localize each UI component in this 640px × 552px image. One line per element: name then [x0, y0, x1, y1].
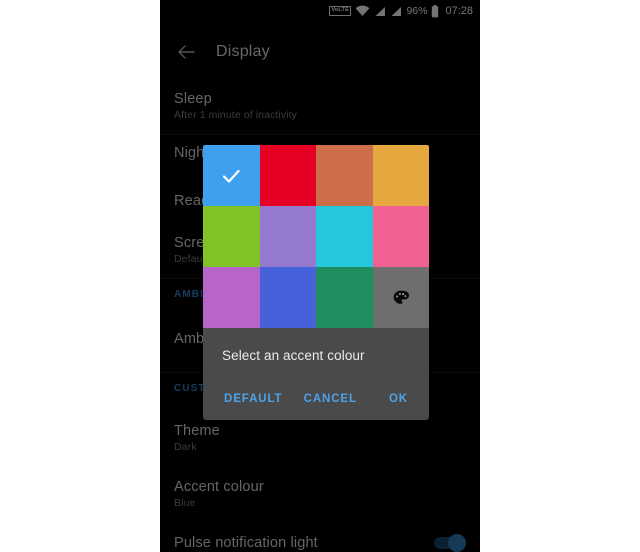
default-button[interactable]: DEFAULT — [222, 389, 284, 409]
swatch-terracotta[interactable] — [316, 145, 373, 206]
dialog-action-bar: DEFAULT CANCEL OK — [203, 389, 429, 409]
palette-icon — [391, 288, 411, 308]
swatch-blue[interactable] — [203, 145, 260, 206]
swatch-cyan[interactable] — [316, 206, 373, 267]
swatch-sea-green[interactable] — [316, 267, 373, 328]
swatch-pink[interactable] — [372, 206, 429, 267]
screenshot-canvas: VoLTE 96% — [0, 0, 640, 552]
dialog-title: Select an accent colour — [222, 348, 365, 363]
swatch-amber[interactable] — [372, 145, 429, 206]
swatch-purple[interactable] — [259, 206, 316, 267]
accent-colour-dialog: Select an accent colour DEFAULT CANCEL O… — [203, 145, 429, 420]
cancel-button[interactable]: CANCEL — [302, 389, 359, 409]
check-icon — [220, 165, 242, 187]
swatch-custom-picker[interactable] — [372, 267, 429, 328]
phone-screen: VoLTE 96% — [160, 0, 480, 552]
swatch-green[interactable] — [203, 206, 260, 267]
ok-button[interactable]: OK — [387, 389, 410, 409]
swatch-red[interactable] — [259, 145, 316, 206]
swatch-orchid[interactable] — [203, 267, 260, 328]
swatch-indigo[interactable] — [259, 267, 316, 328]
colour-swatch-grid — [203, 145, 429, 328]
dialog-body: Select an accent colour DEFAULT CANCEL O… — [203, 328, 429, 420]
